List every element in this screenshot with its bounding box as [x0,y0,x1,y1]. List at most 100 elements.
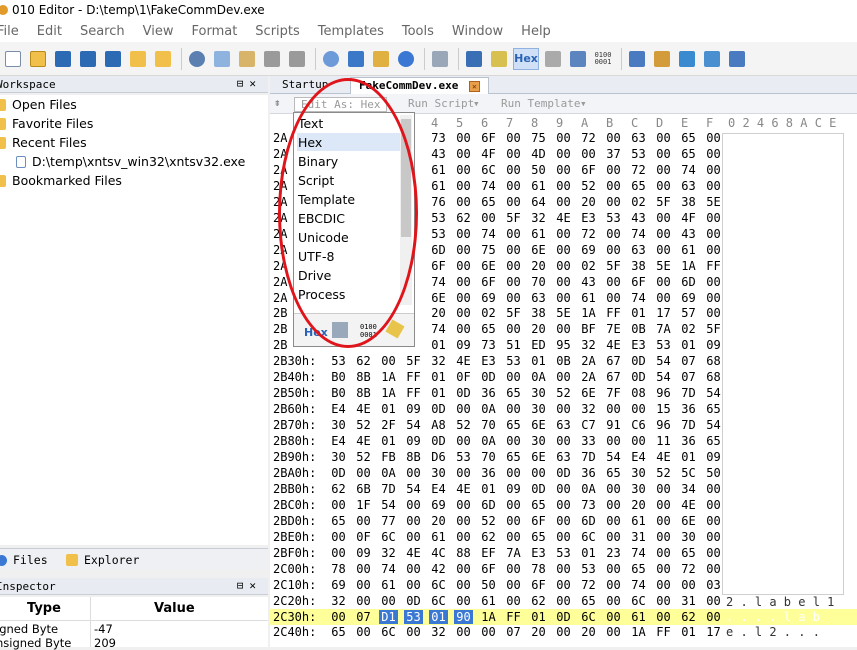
hex-byte[interactable]: 00 [454,179,473,193]
panel-controls[interactable]: ⊟✕ [237,77,262,90]
hex-byte[interactable]: 6D [579,514,598,528]
hex-byte[interactable]: 0D [629,354,648,368]
hex-byte[interactable]: 65 [704,434,723,448]
hex-byte[interactable]: 00 [454,594,473,608]
hex-byte[interactable]: 65 [679,147,698,161]
hex-byte[interactable]: 32 [529,211,548,225]
hex-byte[interactable]: 5F [604,259,623,273]
hex-byte[interactable]: 00 [629,402,648,416]
hex-byte[interactable]: 00 [454,578,473,592]
hex-byte[interactable]: 6C [579,610,598,624]
hex-byte[interactable]: 70 [529,275,548,289]
hex-byte[interactable]: 20 [579,195,598,209]
hex-byte[interactable]: FB [379,450,398,464]
hex-byte[interactable]: 61 [579,291,598,305]
hex-byte[interactable]: 00 [554,482,573,496]
hex-byte[interactable]: 65 [529,530,548,544]
hex-byte[interactable]: 00 [604,227,623,241]
hex-byte[interactable]: 6E [529,450,548,464]
hex-byte[interactable]: 6F [429,259,448,273]
hex-byte[interactable]: FF [504,610,523,624]
hex-byte[interactable]: 1A [379,370,398,384]
hex-byte[interactable]: 00 [479,211,498,225]
hex-byte[interactable]: 4E [679,498,698,512]
hex-byte[interactable]: 6B [354,482,373,496]
hex-byte[interactable]: 00 [554,530,573,544]
hex-byte[interactable]: 72 [579,578,598,592]
hex-byte[interactable]: 00 [654,227,673,241]
popup-option-drive[interactable]: Drive [297,266,400,284]
hex-byte[interactable]: 0D [554,466,573,480]
hex-byte[interactable]: 53 [604,211,623,225]
hex-byte[interactable]: 52 [554,386,573,400]
hex-byte[interactable]: 00 [554,259,573,273]
hex-byte[interactable]: 74 [379,562,398,576]
hex-byte[interactable]: 62 [329,482,348,496]
hex-byte[interactable]: 61 [629,610,648,624]
hex-byte[interactable]: 01 [429,609,448,624]
hex-byte[interactable]: BF [579,322,598,336]
replace-button[interactable] [345,48,367,70]
hex-byte[interactable]: FF [704,259,723,273]
hex-byte[interactable]: 00 [454,275,473,289]
hex-byte[interactable]: B0 [329,370,348,384]
hex-byte[interactable]: 00 [479,625,498,639]
hex-byte[interactable]: 61 [379,578,398,592]
hex-byte[interactable]: 53 [554,546,573,560]
hex-byte[interactable]: 00 [554,131,573,145]
hex-byte[interactable]: 63 [529,291,548,305]
hex-byte[interactable]: 6D [429,243,448,257]
menu-view[interactable]: View [143,24,174,39]
inspector-row[interactable]: igned Byte -47 [0,622,268,636]
hex-byte[interactable]: 6F [529,514,548,528]
hex-byte[interactable]: 5E [554,306,573,320]
hex-byte[interactable]: 61 [529,179,548,193]
hex-byte[interactable]: 00 [454,195,473,209]
hex-byte[interactable]: 00 [454,498,473,512]
hex-byte[interactable]: 20 [529,625,548,639]
hex-byte[interactable]: D1 [379,609,398,624]
hex-byte[interactable]: 36 [479,386,498,400]
hex-byte[interactable]: 61 [479,594,498,608]
hex-byte[interactable]: E4 [629,450,648,464]
hex-byte[interactable]: 90 [454,609,473,624]
ws-open-files[interactable]: Open Files [0,97,77,112]
hex-byte[interactable]: 77 [379,514,398,528]
hex-byte[interactable]: 6F [479,275,498,289]
hex-byte[interactable]: 00 [554,227,573,241]
hex-byte[interactable]: 00 [454,434,473,448]
hex-byte[interactable]: 00 [554,147,573,161]
hex-byte[interactable]: FF [604,306,623,320]
hex-byte[interactable]: 73 [579,498,598,512]
hex-byte[interactable]: 00 [454,466,473,480]
hex-byte[interactable]: 65 [629,562,648,576]
hex-byte[interactable]: 20 [579,625,598,639]
hex-byte[interactable]: 6C [479,163,498,177]
hex-byte[interactable]: 00 [704,243,723,257]
hex-byte[interactable]: 00 [454,322,473,336]
hex-byte[interactable]: 7D [379,482,398,496]
hex-byte[interactable]: 6F [629,275,648,289]
hex-byte[interactable]: 00 [354,562,373,576]
popup-scroll-thumb[interactable] [401,119,411,237]
hex-byte[interactable]: 00 [704,530,723,544]
open-file-button[interactable] [27,48,49,70]
menu-window[interactable]: Window [452,24,503,39]
hex-byte[interactable]: 09 [404,402,423,416]
hex-byte[interactable]: 74 [479,227,498,241]
hex-byte[interactable]: 00 [454,530,473,544]
hex-byte[interactable]: 00 [379,354,398,368]
hex-byte[interactable]: 00 [554,243,573,257]
hex-byte[interactable]: 53 [429,227,448,241]
hex-byte[interactable]: 00 [379,594,398,608]
hex-byte[interactable]: 0D [429,434,448,448]
hex-byte[interactable]: A8 [429,418,448,432]
hex-byte[interactable]: 00 [679,578,698,592]
hex-byte[interactable]: 00 [504,562,523,576]
hex-byte[interactable]: 8B [354,370,373,384]
hex-byte[interactable]: 50 [704,466,723,480]
hex-byte[interactable]: 6C [379,530,398,544]
hex-byte[interactable]: 00 [604,402,623,416]
hex-byte[interactable]: 43 [679,227,698,241]
print-button[interactable] [429,48,451,70]
